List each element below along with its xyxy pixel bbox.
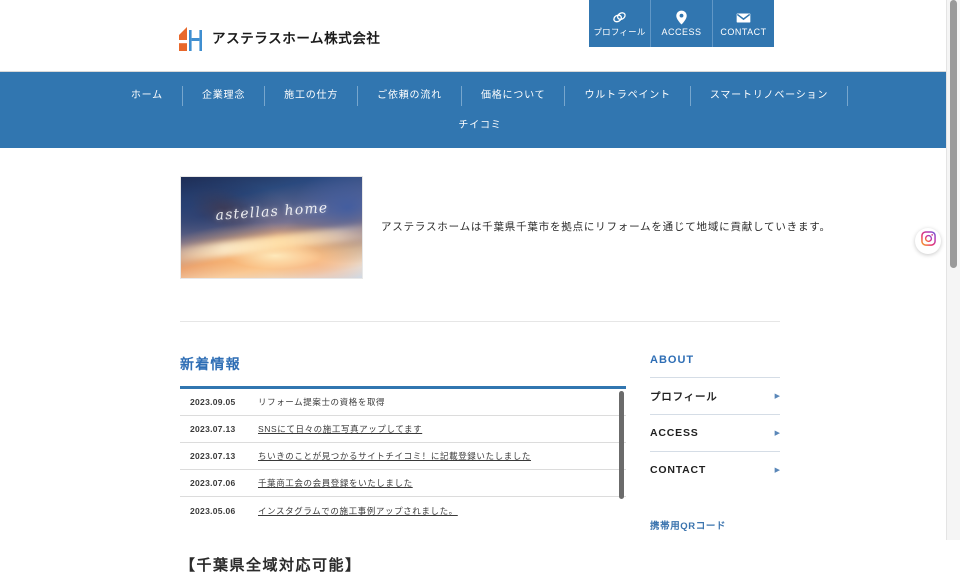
brand[interactable]: アステラスホーム株式会社: [177, 22, 381, 52]
hero-section: astellas home アステラスホームは千葉県千葉市を拠点にリフォームを通…: [0, 148, 960, 279]
page-scrollbar-thumb[interactable]: [950, 0, 957, 268]
main-content: astellas home アステラスホームは千葉県千葉市を拠点にリフォームを通…: [0, 148, 960, 575]
news-item-date: 2023.07.13: [190, 451, 236, 461]
nav-item-construction-method[interactable]: 施工の仕方: [265, 86, 359, 106]
util-button-access-label: ACCESS: [661, 27, 702, 37]
nav-item-pricing[interactable]: 価格について: [462, 86, 566, 106]
nav-row-secondary: チイコミ: [0, 116, 960, 136]
news-item-title-link[interactable]: ちいきのことが見つかるサイトチイコミ！に記載登録いたしました: [258, 450, 531, 462]
news-list-scrollbar[interactable]: [619, 391, 624, 499]
sidebar-item-label: プロフィール: [650, 390, 718, 403]
news-list: 2023.09.05 リフォーム提案士の資格を取得 2023.07.13 SNS…: [180, 389, 626, 524]
news-column: 新着情報 2023.09.05 リフォーム提案士の資格を取得 2023.07.1…: [180, 354, 626, 575]
brand-name: アステラスホーム株式会社: [212, 31, 381, 46]
sidebar-item-label: CONTACT: [650, 464, 707, 476]
profile-link-icon: [612, 10, 627, 25]
news-section-title: 新着情報: [180, 356, 241, 372]
util-button-profile[interactable]: プロフィール: [589, 0, 651, 47]
nav-item-philosophy[interactable]: 企業理念: [183, 86, 266, 106]
instagram-icon: [920, 231, 936, 251]
util-button-contact[interactable]: CONTACT: [713, 0, 774, 47]
hero-tagline: アステラスホームは千葉県千葉市を拠点にリフォームを通じて地域に貢献していきます。: [381, 221, 831, 234]
util-button-access[interactable]: ACCESS: [651, 0, 713, 47]
nav-item-ultra-paint[interactable]: ウルトラペイント: [565, 86, 691, 106]
news-item-date: 2023.07.13: [190, 424, 236, 434]
news-list-item[interactable]: 2023.07.13 ちいきのことが見つかるサイトチイコミ！に記載登録いたしまし…: [180, 443, 626, 470]
news-list-item[interactable]: 2023.09.05 リフォーム提案士の資格を取得: [180, 389, 626, 416]
nav-item-smart-renovation[interactable]: スマートリノベーション: [691, 86, 849, 106]
chevron-right-icon: ▶: [774, 429, 780, 437]
sidebar-item-label: ACCESS: [650, 427, 699, 439]
news-list-item[interactable]: 2023.07.13 SNSにて日々の施工写真アップしてます: [180, 416, 626, 443]
sidebar-item-access[interactable]: ACCESS ▶: [650, 414, 780, 451]
two-column-layout: 新着情報 2023.09.05 リフォーム提案士の資格を取得 2023.07.1…: [0, 354, 960, 575]
map-pin-icon: [674, 10, 689, 25]
util-button-contact-label: CONTACT: [720, 27, 767, 37]
nav-item-home[interactable]: ホーム: [112, 86, 183, 106]
news-item-date: 2023.07.06: [190, 478, 236, 488]
news-item-date: 2023.05.06: [190, 505, 236, 516]
page-scrollbar[interactable]: [946, 0, 960, 540]
site-header: アステラスホーム株式会社 プロフィール ACCESS CONTACT: [0, 0, 960, 71]
chevron-right-icon: ▶: [774, 392, 780, 400]
section-divider: [180, 321, 780, 322]
nav-item-chiikomi[interactable]: チイコミ: [439, 116, 520, 136]
news-list-item[interactable]: 2023.05.06 インスタグラムでの施工事例アップされました。: [180, 497, 626, 524]
ah-monogram-logo-icon: [177, 22, 205, 52]
hero-cosmic-sunset-image: astellas home: [180, 176, 363, 279]
news-item-title-link[interactable]: インスタグラムでの施工事例アップされました。: [258, 505, 458, 517]
sidebar-title-about: ABOUT: [650, 354, 695, 366]
util-button-profile-label: プロフィール: [593, 27, 646, 38]
sidebar-item-profile[interactable]: プロフィール ▶: [650, 377, 780, 414]
hero-light-streak: [181, 221, 362, 264]
nav-row-primary: ホーム 企業理念 施工の仕方 ご依頼の流れ 価格について ウルトラペイント スマ…: [0, 86, 960, 106]
chevron-right-icon: ▶: [774, 466, 780, 474]
instagram-float-button[interactable]: [915, 228, 941, 254]
news-panel: 2023.09.05 リフォーム提案士の資格を取得 2023.07.13 SNS…: [180, 386, 626, 524]
news-list-item[interactable]: 2023.07.06 千葉商工会の会員登録をいたしました: [180, 470, 626, 497]
news-item-title: リフォーム提案士の資格を取得: [258, 397, 386, 407]
utility-nav: プロフィール ACCESS CONTACT: [589, 0, 774, 47]
news-item-title-link[interactable]: SNSにて日々の施工写真アップしてます: [258, 423, 422, 435]
nav-item-request-flow[interactable]: ご依頼の流れ: [358, 86, 462, 106]
sidebar: ABOUT プロフィール ▶ ACCESS ▶ CONTACT ▶ 携帯用QRコ…: [650, 354, 780, 575]
sidebar-item-contact[interactable]: CONTACT ▶: [650, 451, 780, 488]
coverage-area-heading: 【千葉県全域対応可能】: [180, 557, 362, 574]
qr-code-label: 携帯用QRコード: [650, 521, 727, 532]
envelope-icon: [736, 10, 751, 25]
main-navigation: ホーム 企業理念 施工の仕方 ご依頼の流れ 価格について ウルトラペイント スマ…: [0, 71, 960, 148]
news-item-date: 2023.09.05: [190, 397, 236, 407]
news-item-title-link[interactable]: 千葉商工会の会員登録をいたしました: [258, 477, 413, 489]
